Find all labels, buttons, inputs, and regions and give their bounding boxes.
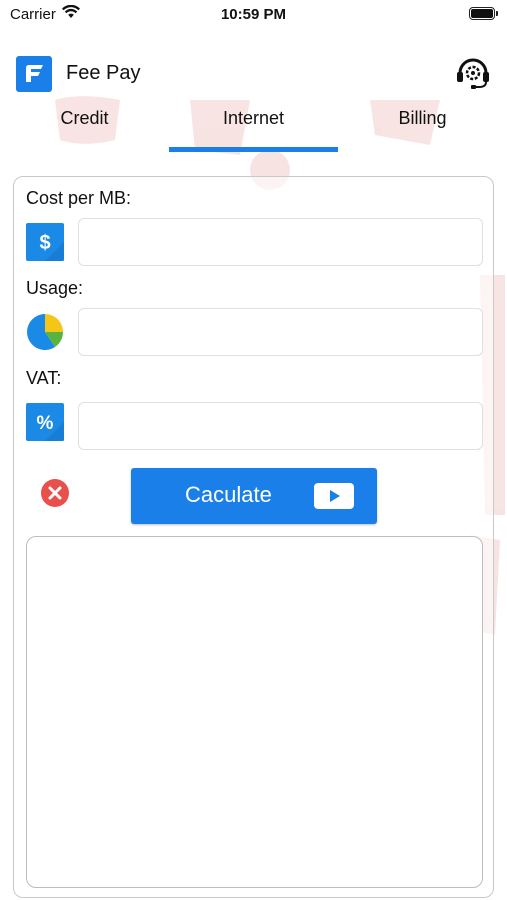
- result-output-box: [26, 536, 483, 888]
- status-bar: Carrier 10:59 PM: [0, 0, 507, 30]
- calculator-card: Cost per MB: $ Usage: VAT: % Caculate: [13, 176, 494, 898]
- fee-pay-logo-icon: [16, 56, 52, 92]
- play-icon: [314, 483, 354, 509]
- headset-gear-icon[interactable]: [453, 52, 493, 92]
- percent-icon: %: [26, 403, 64, 441]
- svg-text:$: $: [39, 232, 50, 254]
- battery-icon: [469, 7, 498, 20]
- calculate-button[interactable]: Caculate: [131, 468, 377, 524]
- pie-chart-icon: [27, 314, 64, 350]
- tab-internet[interactable]: Internet: [169, 104, 338, 154]
- clear-x-icon[interactable]: [40, 478, 70, 508]
- app-header: Fee Pay: [0, 52, 507, 96]
- dollar-icon: $: [26, 223, 64, 261]
- clock-time: 10:59 PM: [220, 6, 287, 23]
- tab-credit[interactable]: Credit: [0, 104, 169, 154]
- cost-per-mb-input[interactable]: [78, 218, 483, 266]
- calculate-button-label: Caculate: [185, 482, 272, 507]
- tab-bar: Credit Internet Billing: [0, 104, 507, 154]
- vat-input[interactable]: [78, 402, 483, 450]
- vat-label: VAT:: [26, 368, 62, 388]
- cost-per-mb-label: Cost per MB:: [26, 188, 132, 208]
- usage-input[interactable]: [78, 308, 483, 356]
- svg-text:%: %: [37, 413, 54, 434]
- usage-label: Usage:: [26, 278, 84, 298]
- tab-billing[interactable]: Billing: [338, 104, 507, 154]
- app-title: Fee Pay: [66, 62, 141, 84]
